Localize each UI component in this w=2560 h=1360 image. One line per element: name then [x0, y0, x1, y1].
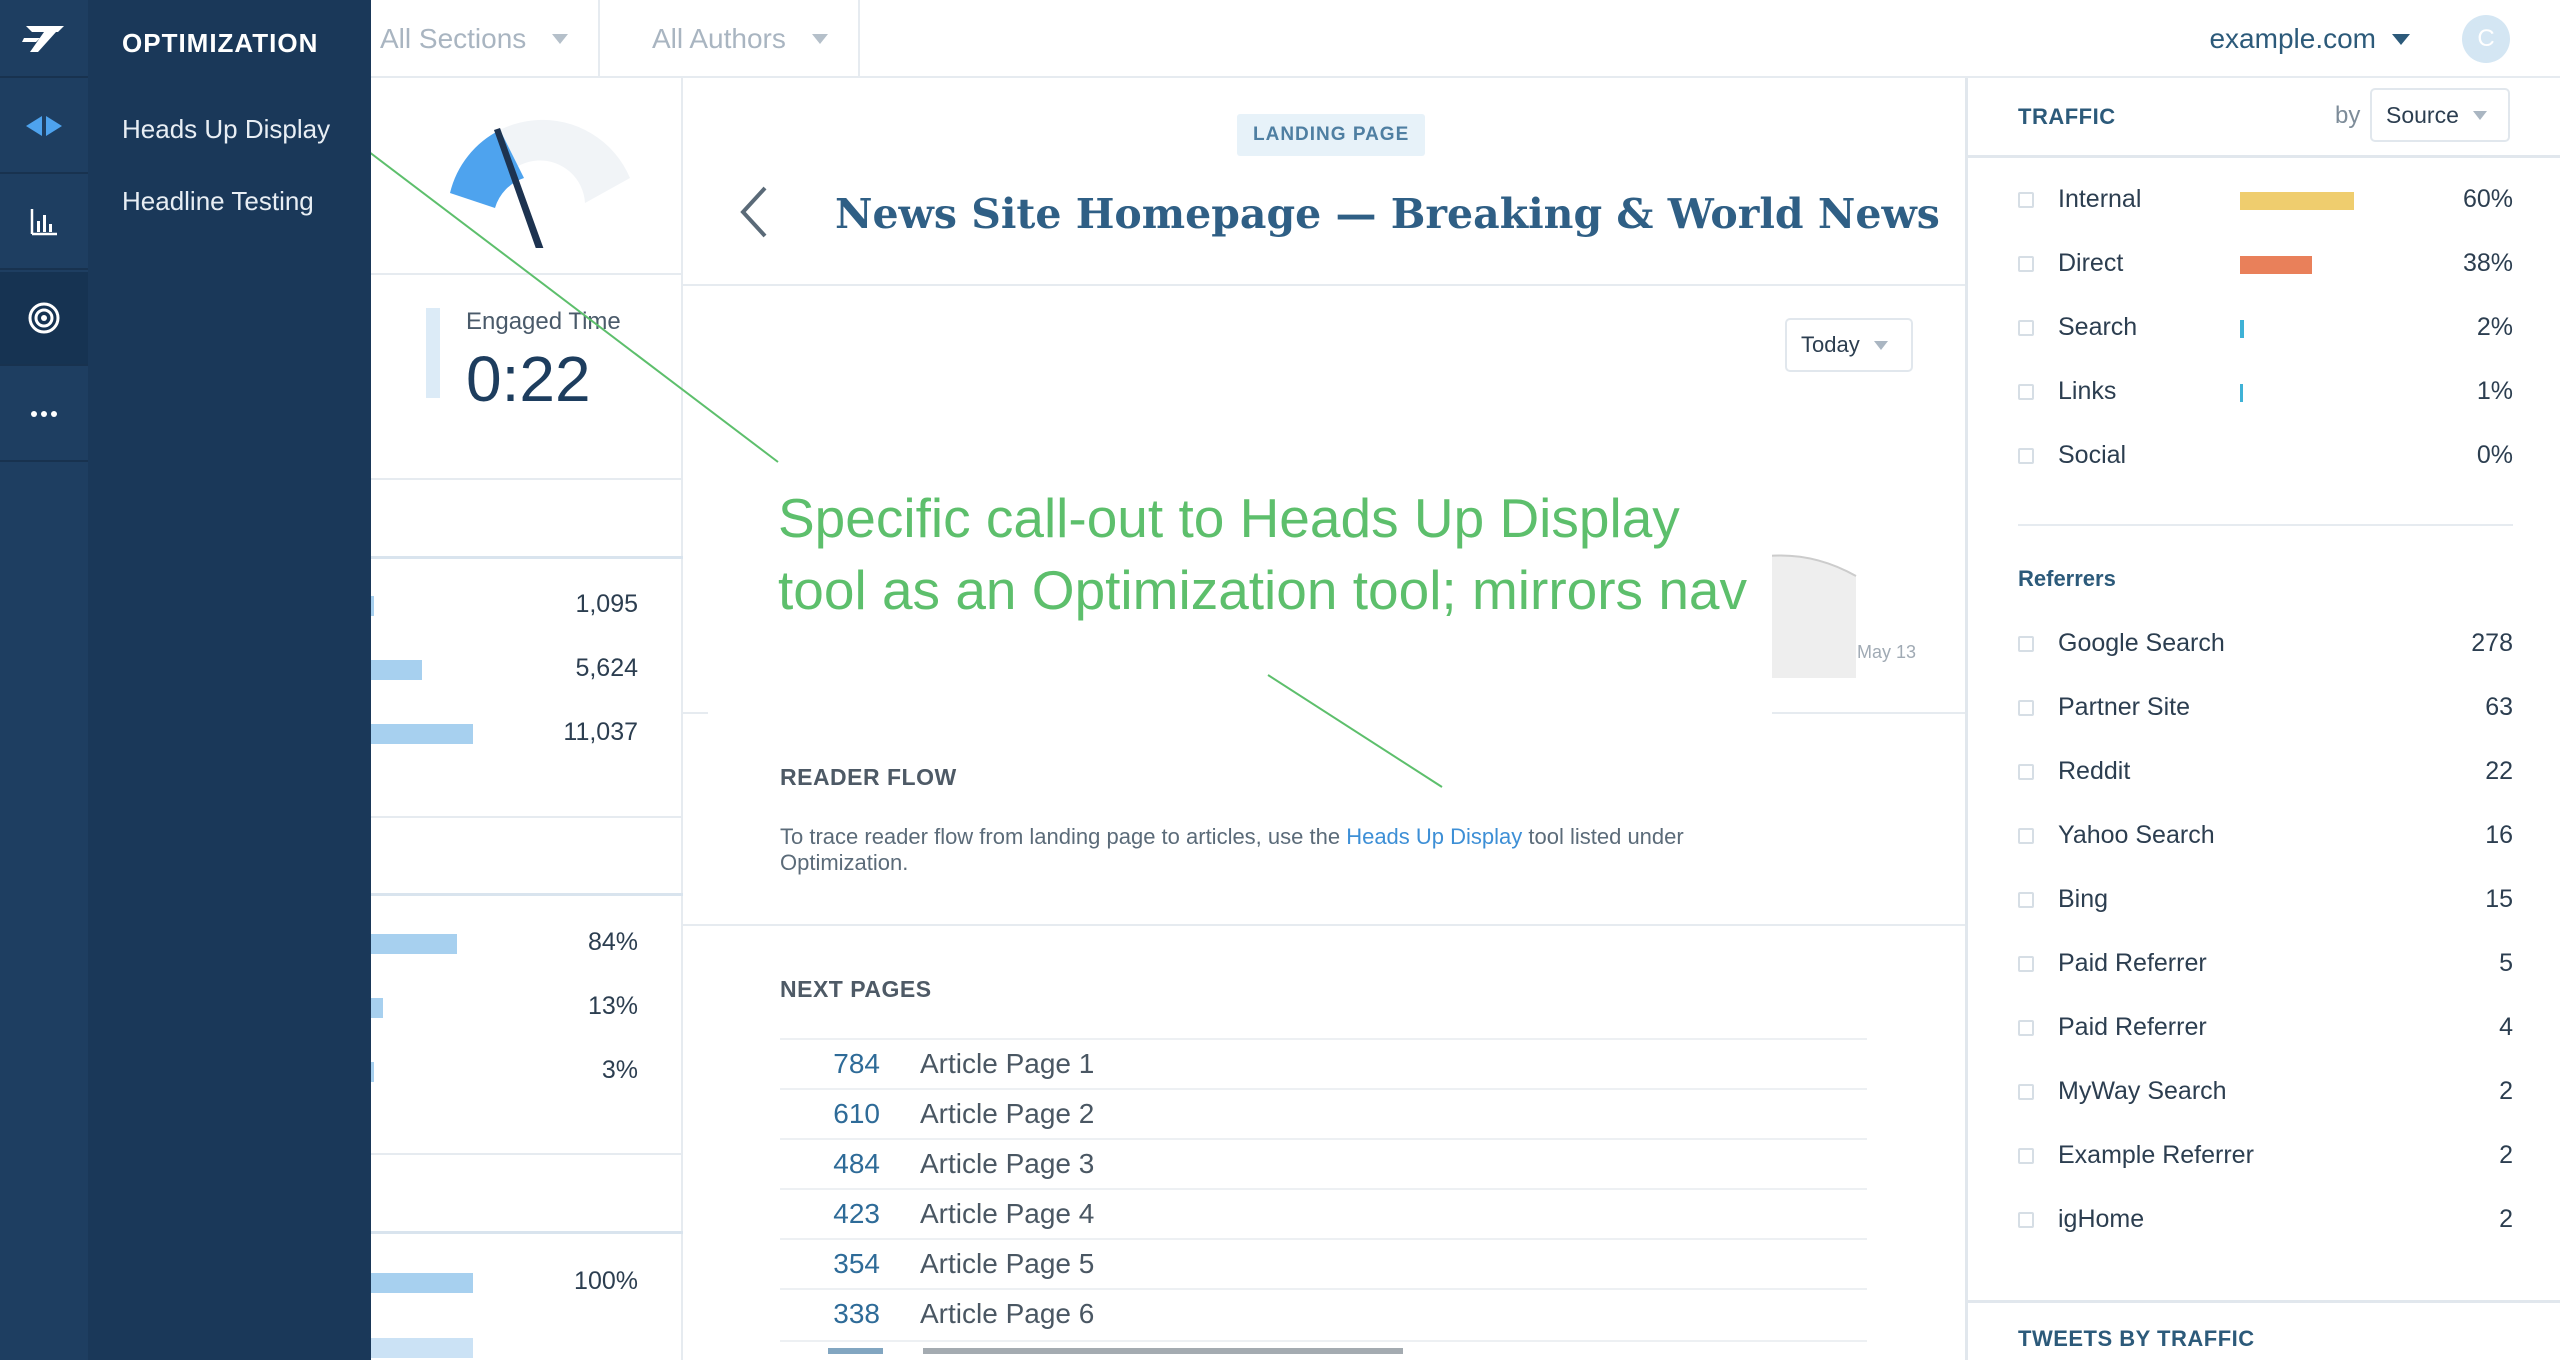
- flyout-item-headline-testing[interactable]: Headline Testing: [122, 186, 314, 217]
- optimization-icon: [26, 113, 62, 139]
- flyout-title: OPTIMIZATION: [122, 28, 319, 58]
- optimization-flyout: OPTIMIZATION Heads Up Display Headline T…: [88, 0, 371, 1360]
- optimization-nav-button[interactable]: [0, 80, 88, 174]
- more-nav-button[interactable]: [0, 368, 88, 462]
- annotation-line-2: [1267, 674, 1443, 788]
- logo-button[interactable]: [0, 0, 88, 78]
- app-root: All Sections All Authors example.com C E…: [0, 0, 2560, 1360]
- annotation-line-1: [355, 141, 779, 463]
- bar-chart-icon: [30, 209, 57, 236]
- more-icon: [31, 411, 57, 417]
- target-nav-button[interactable]: [0, 272, 88, 366]
- nav-rail: [0, 0, 88, 1360]
- annotation-lines: [355, 141, 1443, 788]
- logo-icon: [22, 26, 64, 52]
- target-icon: [28, 302, 60, 334]
- flyout-item-heads-up-display[interactable]: Heads Up Display: [122, 114, 330, 145]
- analytics-nav-button[interactable]: [0, 176, 88, 270]
